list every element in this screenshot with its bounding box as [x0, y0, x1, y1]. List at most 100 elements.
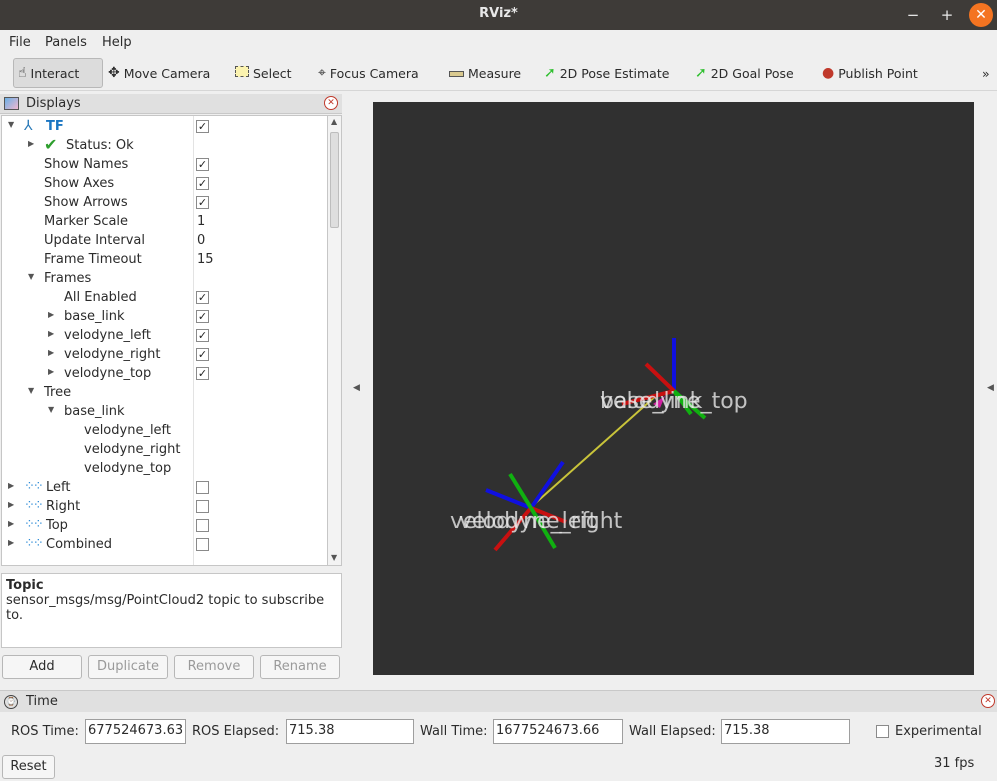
expand-arrow-icon[interactable]: ▶	[28, 139, 34, 148]
show-names-checkbox[interactable]: ✓	[196, 158, 209, 171]
update-interval-value[interactable]: 0	[197, 233, 205, 248]
tree-label: Update Interval	[44, 233, 145, 248]
remove-button[interactable]: Remove	[174, 655, 254, 679]
ros-time-field[interactable]: 677524673.63	[85, 719, 186, 744]
displays-title: Displays	[26, 96, 81, 111]
time-close-icon[interactable]: ✕	[981, 694, 995, 708]
tree-row-show-arrows[interactable]: Show Arrows ✓	[2, 193, 327, 212]
tree-label: base_link	[64, 309, 125, 324]
collapse-right-dock-icon[interactable]: ◀	[987, 383, 994, 393]
expand-arrow-icon[interactable]: ▶	[48, 310, 54, 319]
ros-elapsed-field[interactable]: 715.38	[286, 719, 414, 744]
show-arrows-checkbox[interactable]: ✓	[196, 196, 209, 209]
collapse-left-dock-icon[interactable]: ◀	[353, 383, 360, 393]
tree-row-frame-timeout[interactable]: Frame Timeout 15	[2, 250, 327, 269]
tree-row-marker-scale[interactable]: Marker Scale 1	[2, 212, 327, 231]
collapse-arrow-icon[interactable]: ▼	[48, 405, 54, 414]
tool-label: Interact	[30, 65, 80, 81]
tree-row-left[interactable]: ▶ ⁘⁘ Left	[2, 478, 327, 497]
close-window-button[interactable]: ✕	[969, 3, 993, 27]
tree-row-tree-base-link[interactable]: ▼ base_link	[2, 402, 327, 421]
tree-row-show-names[interactable]: Show Names ✓	[2, 155, 327, 174]
add-button[interactable]: Add	[2, 655, 82, 679]
right-enabled-checkbox[interactable]	[196, 500, 209, 513]
tool-interact[interactable]: ☝ Interact	[13, 58, 103, 88]
expand-arrow-icon[interactable]: ▶	[48, 329, 54, 338]
all-enabled-checkbox[interactable]: ✓	[196, 291, 209, 304]
frame-checkbox[interactable]: ✓	[196, 348, 209, 361]
displays-close-icon[interactable]: ✕	[324, 96, 338, 110]
rename-button[interactable]: Rename	[260, 655, 340, 679]
tree-label: Combined	[46, 537, 113, 552]
reset-button[interactable]: Reset	[2, 755, 55, 779]
tree-row-tree-child[interactable]: velodyne_left	[2, 421, 327, 440]
tree-row-tree-child[interactable]: velodyne_right	[2, 440, 327, 459]
wall-elapsed-field[interactable]: 715.38	[721, 719, 850, 744]
tree-row-frame-velodyne-right[interactable]: ▶ velodyne_right ✓	[2, 345, 327, 364]
tool-focus-camera[interactable]: ⌖ Focus Camera	[314, 58, 429, 88]
tree-label: velodyne_left	[64, 328, 151, 343]
tool-2d-goal-pose[interactable]: ➚ 2D Goal Pose	[691, 58, 801, 88]
tree-row-frame-velodyne-top[interactable]: ▶ velodyne_top ✓	[2, 364, 327, 383]
scroll-up-icon[interactable]: ▲	[331, 117, 337, 126]
tree-row-right[interactable]: ▶ ⁘⁘ Right	[2, 497, 327, 516]
render-viewport[interactable]: base_link velodyne_top velodyne_left vel…	[373, 102, 974, 675]
wall-time-field[interactable]: 1677524673.66	[493, 719, 623, 744]
tool-measure[interactable]: Measure	[445, 58, 525, 88]
maximize-button[interactable]: +	[935, 3, 959, 27]
minimize-button[interactable]: −	[901, 3, 925, 27]
tree-row-frame-base-link[interactable]: ▶ base_link ✓	[2, 307, 327, 326]
experimental-checkbox[interactable]	[876, 725, 889, 738]
tool-select[interactable]: Select	[231, 58, 301, 88]
expand-arrow-icon[interactable]: ▶	[8, 481, 14, 490]
time-panel-header: ⌚ Time ✕	[0, 690, 997, 712]
expand-arrow-icon[interactable]: ▶	[8, 500, 14, 509]
scrollbar-thumb[interactable]	[330, 132, 339, 228]
frame-checkbox[interactable]: ✓	[196, 367, 209, 380]
collapse-arrow-icon[interactable]: ▼	[28, 272, 34, 281]
ros-time-label: ROS Time:	[11, 724, 79, 739]
tree-label: Tree	[44, 385, 72, 400]
frame-checkbox[interactable]: ✓	[196, 310, 209, 323]
tree-row-status[interactable]: ▶ ✔ Status: Ok	[2, 135, 327, 155]
tool-publish-point[interactable]: ● Publish Point	[818, 58, 923, 88]
frame-timeout-value[interactable]: 15	[197, 252, 214, 267]
collapse-arrow-icon[interactable]: ▼	[8, 120, 14, 129]
tree-row-frame-velodyne-left[interactable]: ▶ velodyne_left ✓	[2, 326, 327, 345]
expand-arrow-icon[interactable]: ▶	[8, 519, 14, 528]
expand-arrow-icon[interactable]: ▶	[8, 538, 14, 547]
top-enabled-checkbox[interactable]	[196, 519, 209, 532]
property-description: Topic sensor_msgs/msg/PointCloud2 topic …	[1, 573, 342, 648]
duplicate-button[interactable]: Duplicate	[88, 655, 168, 679]
scroll-down-icon[interactable]: ▼	[331, 553, 337, 562]
expand-arrow-icon[interactable]: ▶	[48, 348, 54, 357]
expand-arrow-icon[interactable]: ▶	[48, 367, 54, 376]
frame-checkbox[interactable]: ✓	[196, 329, 209, 342]
tree-row-tree[interactable]: ▼ Tree	[2, 383, 327, 402]
tree-label: Status: Ok	[66, 138, 134, 153]
show-axes-checkbox[interactable]: ✓	[196, 177, 209, 190]
marker-scale-value[interactable]: 1	[197, 214, 205, 229]
collapse-arrow-icon[interactable]: ▼	[28, 386, 34, 395]
menu-help[interactable]: Help	[102, 35, 132, 50]
tree-row-frames[interactable]: ▼ Frames	[2, 269, 327, 288]
tree-row-show-axes[interactable]: Show Axes ✓	[2, 174, 327, 193]
displays-scrollbar[interactable]: ▲ ▼	[327, 115, 342, 566]
left-enabled-checkbox[interactable]	[196, 481, 209, 494]
tree-row-all-enabled[interactable]: All Enabled ✓	[2, 288, 327, 307]
tf-enabled-checkbox[interactable]: ✓	[196, 120, 209, 133]
tree-row-combined[interactable]: ▶ ⁘⁘ Combined	[2, 535, 327, 554]
combined-enabled-checkbox[interactable]	[196, 538, 209, 551]
tree-row-top[interactable]: ▶ ⁘⁘ Top	[2, 516, 327, 535]
tree-row-tf[interactable]: ▼ ⅄ TF ✓	[2, 117, 327, 136]
map-pin-icon: ●	[822, 65, 835, 81]
move-camera-icon: ✥	[108, 65, 120, 81]
checkmark-icon: ✔	[44, 135, 58, 154]
tool-move-camera[interactable]: ✥ Move Camera	[104, 58, 220, 88]
menu-panels[interactable]: Panels	[45, 35, 87, 50]
tree-row-update-interval[interactable]: Update Interval 0	[2, 231, 327, 250]
tool-2d-pose-estimate[interactable]: ➚ 2D Pose Estimate	[540, 58, 675, 88]
tree-row-tree-child[interactable]: velodyne_top	[2, 459, 327, 478]
menu-file[interactable]: File	[9, 35, 31, 50]
toolbar-overflow-button[interactable]: »	[982, 58, 996, 88]
